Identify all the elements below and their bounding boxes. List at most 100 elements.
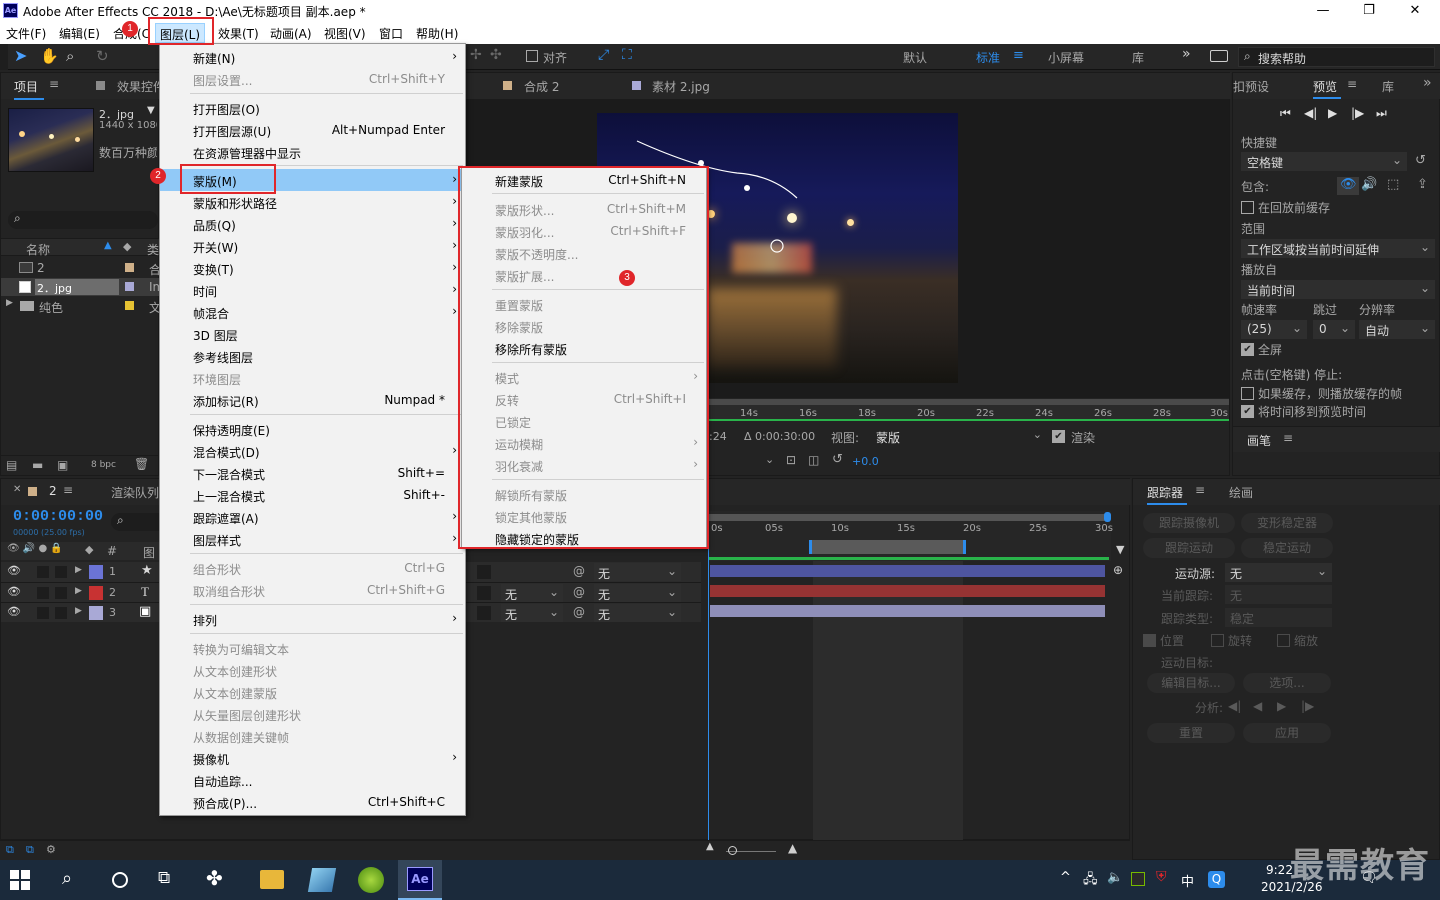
- analyze-backward-icon[interactable]: ◀: [1253, 699, 1262, 713]
- work-area-end[interactable]: [1104, 512, 1111, 522]
- network-icon[interactable]: 🖧: [1083, 870, 1098, 892]
- zoom-tool-icon[interactable]: ⌕: [66, 47, 74, 65]
- menu-view[interactable]: 视图(V): [324, 25, 366, 42]
- new-composition-icon[interactable]: ▣: [57, 458, 68, 472]
- rotate-tool-icon[interactable]: ↻: [96, 47, 109, 65]
- apply-button[interactable]: 应用: [1243, 723, 1331, 743]
- delete-icon[interactable]: 🗑: [134, 457, 149, 471]
- tab-effect-controls[interactable]: 效果控件: [117, 78, 159, 95]
- sort-asc-icon[interactable]: ▲: [104, 240, 112, 251]
- panel-overflow-icon[interactable]: »: [1423, 75, 1432, 91]
- show-snapshot-icon[interactable]: ◫: [808, 453, 819, 467]
- include-video-toggle[interactable]: 👁: [1337, 177, 1359, 195]
- menu-effect[interactable]: 效果(T): [218, 25, 259, 42]
- menu-item-frame-blending[interactable]: 帧混合 ›: [160, 301, 465, 323]
- notepad-icon[interactable]: [307, 868, 337, 892]
- duration[interactable]: Δ 0:00:30:00: [744, 430, 815, 443]
- menu-item-shapes-from-vector[interactable]: 从矢量图层创建形状: [160, 703, 465, 725]
- sync-settings-icon[interactable]: [1210, 50, 1228, 62]
- menu-animation[interactable]: 动画(A): [270, 25, 312, 42]
- lock-switch[interactable]: [55, 587, 67, 599]
- export-icon[interactable]: ⇪: [1417, 177, 1428, 192]
- menu-item-arrange[interactable]: 排列 ›: [160, 608, 465, 630]
- move-time-checkbox[interactable]: ✔: [1241, 405, 1254, 418]
- search-icon[interactable]: ⌕: [62, 868, 72, 889]
- tab-preview[interactable]: 预览: [1313, 78, 1337, 95]
- menu-item-preserve-transparency[interactable]: 保持透明度(E): [160, 418, 465, 440]
- label-color[interactable]: [89, 606, 103, 620]
- workspace-library[interactable]: 库: [1132, 49, 1144, 66]
- tab-project[interactable]: 项目: [14, 78, 38, 95]
- melon-app-icon[interactable]: [358, 867, 384, 893]
- tab-brush[interactable]: 画笔: [1247, 432, 1271, 449]
- trkmat-switch[interactable]: [477, 606, 491, 620]
- tab-footage[interactable]: 素材 2.jpg: [652, 78, 710, 95]
- windows-start-icon[interactable]: [10, 870, 30, 890]
- expand-arrow-icon[interactable]: ▶: [75, 565, 82, 575]
- menu-item-guide-layer[interactable]: 参考线图层: [160, 345, 465, 367]
- tab-comp[interactable]: 合成 2: [524, 78, 559, 95]
- minimize-button[interactable]: —: [1300, 0, 1346, 22]
- panel-menu-icon[interactable]: ≡: [49, 77, 59, 91]
- menu-item-open-layer-source[interactable]: 打开图层源(U) Alt+Numpad Enter: [160, 119, 465, 141]
- current-time[interactable]: 0:00:00:00: [13, 508, 103, 525]
- pin-tool-icon[interactable]: ✢: [470, 47, 482, 63]
- menu-item-previous-blending-mode[interactable]: 上一混合模式 Shift+-: [160, 484, 465, 506]
- parent-select[interactable]: 无 ⌄: [594, 584, 681, 602]
- zoom-navigator[interactable]: [809, 540, 966, 554]
- timeline-ruler[interactable]: 0s 05s 10s 15s 20s 25s 30s: [709, 511, 1113, 561]
- menu-item-reveal-in-explorer[interactable]: 在资源管理器中显示: [160, 141, 465, 163]
- menu-item-new[interactable]: 新建(N) ›: [160, 46, 465, 68]
- next-frame-icon[interactable]: |▶: [1351, 106, 1364, 120]
- menu-item-layer-styles[interactable]: 图层样式 ›: [160, 528, 465, 550]
- options-button[interactable]: 选项...: [1243, 673, 1331, 693]
- resolution-select[interactable]: 自动 ⌄: [1359, 320, 1435, 339]
- mask-vertex[interactable]: [744, 185, 750, 191]
- last-frame-icon[interactable]: ⏭: [1376, 106, 1387, 121]
- snapshot-icon[interactable]: ⊡: [786, 453, 796, 467]
- workspace-overflow-icon[interactable]: »: [1182, 46, 1191, 62]
- expand-arrow-icon[interactable]: ▶: [75, 586, 82, 596]
- comp-time-ruler[interactable]: 14s 16s 18s 20s 22s 24s 26s 28s 30s: [709, 399, 1229, 421]
- layer-track[interactable]: [710, 565, 1105, 577]
- cache-frames-checkbox[interactable]: [1241, 387, 1254, 400]
- previous-frame-icon[interactable]: ◀︎|: [1304, 106, 1317, 120]
- current-time-indicator[interactable]: [708, 511, 709, 841]
- menu-item-blending-mode[interactable]: 混合模式(D) ›: [160, 440, 465, 462]
- menu-item-add-marker[interactable]: 添加标记(R) Numpad *: [160, 389, 465, 411]
- parent-select[interactable]: 无 ⌄: [594, 604, 681, 622]
- solo-switch[interactable]: [37, 607, 49, 619]
- snap-checkbox[interactable]: [526, 50, 538, 62]
- menu-window[interactable]: 窗口: [379, 25, 403, 42]
- trkmat-select[interactable]: 无 ⌄: [501, 584, 563, 602]
- project-row[interactable]: 2 合: [1, 259, 161, 277]
- menu-item-group-shapes[interactable]: 组合形状 Ctrl+G: [160, 557, 465, 579]
- timeline-search-input[interactable]: ⌕: [111, 513, 161, 531]
- rotation-checkbox[interactable]: [1211, 634, 1224, 647]
- menu-item-shapes-from-text[interactable]: 从文本创建形状: [160, 659, 465, 681]
- toggle-modes-icon[interactable]: ⧉: [26, 843, 34, 857]
- menu-item-open-layer[interactable]: 打开图层(O): [160, 97, 465, 119]
- work-area-bar[interactable]: [709, 514, 1109, 521]
- project-search-input[interactable]: ⌕: [8, 211, 158, 229]
- skip-select[interactable]: 0 ⌄: [1313, 320, 1355, 339]
- column-name[interactable]: 名称: [26, 241, 50, 258]
- edit-target-button[interactable]: 编辑目标...: [1147, 673, 1235, 693]
- cache-checkbox[interactable]: [1241, 201, 1254, 214]
- column-type[interactable]: 类: [147, 241, 159, 258]
- comp-button-icon[interactable]: ⊕: [1113, 563, 1123, 577]
- puppet-tool-icon[interactable]: ✣: [490, 47, 502, 63]
- menu-item-ungroup-shapes[interactable]: 取消组合形状 Ctrl+Shift+G: [160, 579, 465, 601]
- play-icon[interactable]: ▶: [1328, 106, 1337, 120]
- menu-item-auto-trace[interactable]: 自动追踪...: [160, 769, 465, 791]
- workspace-menu-icon[interactable]: ≡: [1013, 48, 1024, 63]
- analyze-forward-one-icon[interactable]: |▶: [1301, 699, 1314, 713]
- menu-item-layer-settings[interactable]: 图层设置... Ctrl+Shift+Y: [160, 68, 465, 90]
- view-select[interactable]: 蒙版 ⌄: [871, 427, 1046, 445]
- chevron-down-icon[interactable]: ⌄: [765, 453, 774, 466]
- snap-edge-icon[interactable]: ⤢: [598, 47, 609, 63]
- panel-menu-icon[interactable]: ≡: [1347, 77, 1357, 91]
- cortana-icon[interactable]: [112, 872, 128, 888]
- reset-button[interactable]: 重置: [1147, 723, 1235, 743]
- tab-library[interactable]: 库: [1382, 78, 1394, 95]
